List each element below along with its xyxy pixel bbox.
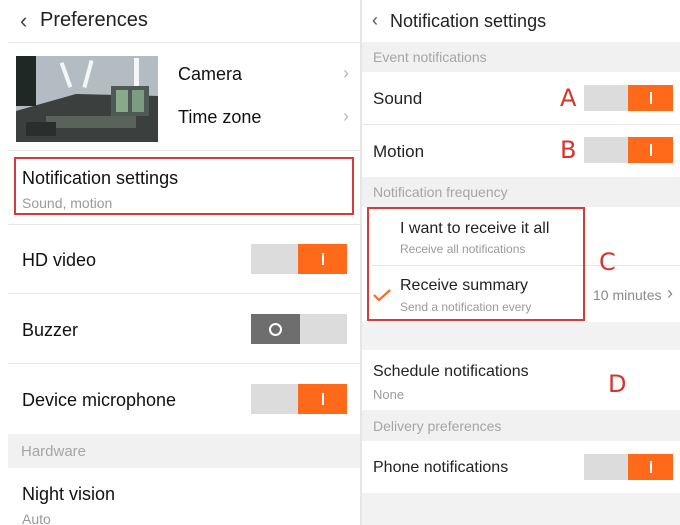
- toggle-knob: [628, 85, 673, 111]
- annotation-b: B: [560, 136, 577, 164]
- divider: [8, 363, 360, 364]
- divider: [8, 224, 360, 225]
- summary-interval[interactable]: 10 minutes: [593, 287, 661, 303]
- event-header-label: Event notifications: [373, 49, 487, 65]
- page-title: Preferences: [40, 9, 148, 31]
- chevron-right-icon: ›: [343, 106, 349, 126]
- annotation-a: A: [560, 84, 577, 112]
- notification-settings-panel: ‹ Notification settings Event notificati…: [362, 0, 680, 525]
- timezone-label[interactable]: Time zone: [178, 107, 261, 128]
- chevron-right-icon: ›: [343, 63, 349, 83]
- schedule-value: None: [373, 387, 405, 402]
- hd-video-toggle[interactable]: [251, 244, 347, 274]
- camera-thumbnail-image: [16, 56, 158, 142]
- toggle-knob: [628, 137, 673, 163]
- sound-label: Sound: [373, 89, 423, 108]
- hd-video-label: HD video: [22, 250, 97, 270]
- schedule-title: Schedule notifications: [373, 363, 529, 380]
- buzzer-toggle[interactable]: [251, 314, 347, 344]
- night-vision-title: Night vision: [22, 484, 116, 504]
- page-title: Notification settings: [390, 11, 547, 31]
- phone-label: Phone notifications: [373, 459, 509, 476]
- microphone-label: Device microphone: [22, 390, 177, 410]
- annotation-c: C: [599, 248, 616, 276]
- divider: [8, 42, 360, 43]
- toggle-knob: [298, 244, 347, 274]
- hardware-section-header: Hardware: [8, 434, 360, 468]
- camera-thumbnail[interactable]: [16, 56, 158, 142]
- motion-label: Motion: [373, 142, 425, 161]
- highlight-box: [367, 207, 585, 321]
- camera-label[interactable]: Camera: [178, 64, 242, 85]
- phone-notifications-row: Phone notifications: [362, 441, 680, 493]
- divider: [8, 293, 360, 294]
- chevron-right-icon: ›: [667, 283, 673, 303]
- hardware-header-label: Hardware: [21, 443, 87, 460]
- event-section-header: Event notifications: [362, 43, 680, 72]
- sound-toggle[interactable]: [584, 85, 673, 111]
- preferences-panel: ‹ Preferences Camera › Time zone › Notif…: [0, 0, 360, 525]
- motion-row: Motion: [362, 125, 680, 177]
- toggle-knob: [628, 454, 673, 480]
- buzzer-label: Buzzer: [22, 320, 79, 340]
- night-vision-value: Auto: [22, 511, 51, 525]
- sound-row: Sound: [362, 72, 680, 124]
- header-bar: ‹ Notification settings: [362, 0, 680, 42]
- highlight-box: [14, 157, 354, 215]
- night-vision-row[interactable]: Night vision Auto: [0, 468, 360, 525]
- back-icon[interactable]: ‹: [20, 8, 27, 34]
- annotation-d: D: [608, 370, 627, 398]
- frequency-header-label: Notification frequency: [373, 184, 508, 200]
- microphone-toggle[interactable]: [251, 384, 347, 414]
- toggle-knob: [298, 384, 347, 414]
- divider: [8, 150, 360, 151]
- phone-toggle[interactable]: [584, 454, 673, 480]
- frequency-section-header: Notification frequency: [362, 177, 680, 207]
- motion-toggle[interactable]: [584, 137, 673, 163]
- back-icon[interactable]: ‹: [372, 10, 378, 31]
- delivery-header-label: Delivery preferences: [373, 418, 502, 434]
- toggle-knob: [251, 314, 300, 344]
- delivery-section-header: Delivery preferences: [362, 411, 680, 441]
- schedule-notifications-row[interactable]: Schedule notifications None: [362, 350, 680, 410]
